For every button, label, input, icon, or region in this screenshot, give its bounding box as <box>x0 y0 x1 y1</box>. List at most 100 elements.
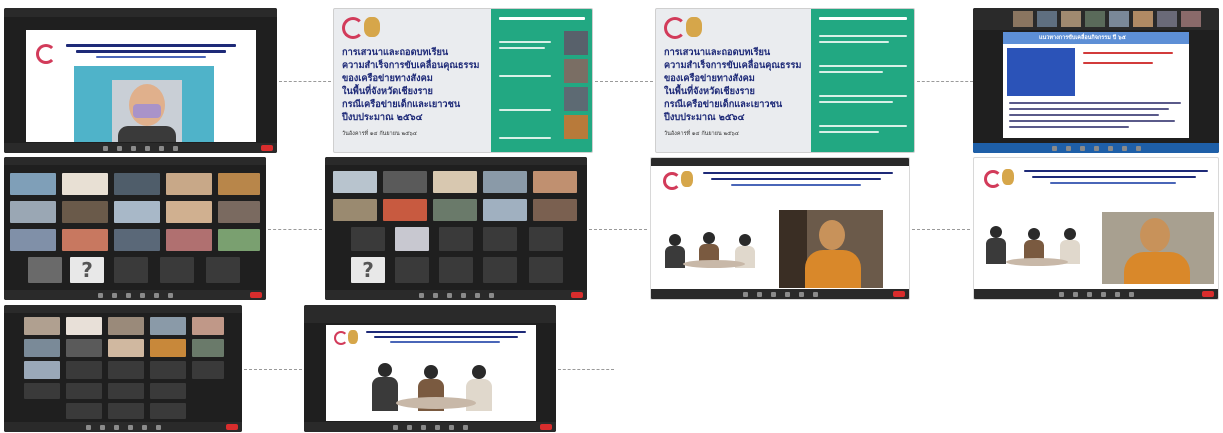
participant-video <box>108 383 144 399</box>
panelist-body <box>466 379 492 411</box>
panel-text-line <box>819 125 907 127</box>
screenshot-10-panel-discussion <box>304 305 556 432</box>
panelist <box>739 234 751 246</box>
participant-video <box>395 227 429 251</box>
slide-text-line <box>1009 102 1181 104</box>
zoom-top-bar <box>4 8 277 17</box>
participant-video <box>166 229 212 251</box>
leave-button[interactable] <box>261 145 273 151</box>
studio-video <box>655 220 773 276</box>
speaker-line <box>499 75 551 77</box>
speaker-line <box>499 137 551 139</box>
participant-thumb <box>1109 11 1129 27</box>
participant-video <box>66 317 102 335</box>
round-table <box>683 260 745 268</box>
participant-video <box>439 227 473 251</box>
connector-line <box>917 81 973 82</box>
slide-blue-box <box>1007 48 1075 96</box>
participant-video <box>160 257 194 283</box>
participant-video <box>333 199 377 221</box>
royal-emblem-icon <box>348 330 358 344</box>
zoom-toolbar[interactable] <box>651 289 909 299</box>
participant-video <box>483 171 527 193</box>
participant-video <box>62 201 108 223</box>
slide-title-line: ปีงบประมาณ ๒๕๖๔ <box>342 112 423 123</box>
panelist <box>669 234 681 246</box>
participant-video <box>150 339 186 357</box>
slide-text-line <box>1009 114 1159 116</box>
participant-video <box>24 339 60 357</box>
slide-text-line <box>1009 108 1169 110</box>
participant-video <box>206 257 240 283</box>
participant-video <box>66 403 102 419</box>
screenshot-4-text-slide: แนวทางการขับเคลื่อนกิจกรรม ปี ๖๕ <box>973 8 1219 153</box>
speaker-panel <box>491 9 592 152</box>
screenshot-1-presenter-share <box>4 8 277 153</box>
slide-text-line <box>1009 120 1175 122</box>
participant-video <box>114 201 160 223</box>
slide-heading: แนวทางการขับเคลื่อนกิจกรรม ปี ๖๕ <box>1039 35 1126 41</box>
leave-button[interactable] <box>250 292 262 298</box>
connector-line <box>595 81 653 82</box>
zoom-toolbar[interactable] <box>304 422 556 432</box>
participant-video <box>108 361 144 379</box>
speaker-line <box>499 41 551 43</box>
logo-icon <box>663 172 681 190</box>
banner-text-line <box>1024 170 1208 172</box>
shared-video-frame <box>326 325 536 421</box>
participant-video <box>192 317 224 335</box>
zoom-toolbar[interactable] <box>973 143 1219 153</box>
leave-button[interactable] <box>571 292 583 298</box>
monk-video <box>1102 212 1214 284</box>
round-table <box>396 397 476 409</box>
participant-video <box>529 227 563 251</box>
presenter-video <box>112 80 182 142</box>
participant-video <box>351 227 385 251</box>
gallery-grid: ? <box>333 171 579 285</box>
participant-video <box>150 383 186 399</box>
studio-video <box>978 216 1096 276</box>
participant-video <box>533 171 577 193</box>
screenshot-2-slide-title: การเสวนาและถอดบทเรียน ความสำเร็จการขับเค… <box>333 8 593 153</box>
participant-video <box>108 403 144 419</box>
presenter-shirt <box>118 126 176 142</box>
screenshot-9-gallery <box>4 305 242 432</box>
monk-head <box>819 220 845 250</box>
leave-button[interactable] <box>540 424 552 430</box>
slide-heading-bar: แนวทางการขับเคลื่อนกิจกรรม ปี ๖๕ <box>1003 32 1189 44</box>
participant-video <box>28 257 62 283</box>
participant-video <box>439 257 473 283</box>
screenshot-7-panel-monk <box>650 157 910 300</box>
leave-button[interactable] <box>226 424 238 430</box>
connector-line <box>268 229 322 230</box>
zoom-toolbar[interactable] <box>974 289 1218 299</box>
speaker-panel <box>811 9 914 152</box>
zoom-toolbar[interactable] <box>4 143 277 153</box>
connector-line <box>244 369 302 370</box>
banner-text-line <box>731 184 861 186</box>
zoom-toolbar[interactable] <box>325 290 587 300</box>
participant-video <box>108 339 144 357</box>
participant-video <box>533 199 577 221</box>
participant-thumb <box>1037 11 1057 27</box>
participant-video <box>333 171 377 193</box>
logo-icon <box>342 17 364 39</box>
inner-screen-frame <box>74 66 214 142</box>
panelist <box>378 363 392 377</box>
speaker-video-thumb <box>564 87 588 111</box>
panel-text-line <box>819 71 883 73</box>
banner-text-line <box>390 341 500 343</box>
participant-video <box>383 199 427 221</box>
panelist <box>990 226 1002 238</box>
zoom-toolbar[interactable] <box>4 290 266 300</box>
gallery-grid: ? <box>10 173 260 285</box>
connector-line <box>558 369 614 370</box>
connector-line <box>279 81 331 82</box>
zoom-toolbar[interactable] <box>4 422 242 432</box>
leave-button[interactable] <box>893 291 905 297</box>
participant-thumb <box>1013 11 1033 27</box>
leave-button[interactable] <box>1202 291 1214 297</box>
speaker-video-thumb <box>564 31 588 55</box>
face-mask <box>133 104 161 118</box>
panel-text-line <box>819 131 879 133</box>
